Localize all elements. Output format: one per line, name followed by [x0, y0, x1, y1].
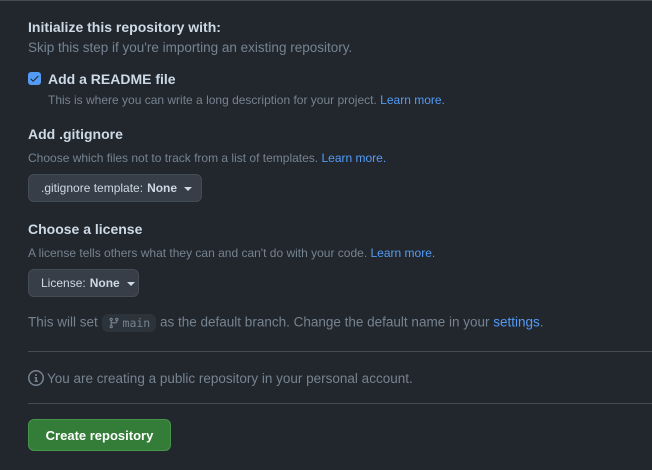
create-repository-button[interactable]: Create repository: [28, 419, 171, 451]
visibility-notice-row: You are creating a public repository in …: [28, 370, 413, 386]
visibility-notice: You are creating a public repository in …: [47, 370, 413, 386]
license-description-row: A license tells others what they can and…: [28, 246, 435, 260]
readme-description-row: This is where you can write a long descr…: [48, 93, 445, 107]
gitignore-select-value: None: [147, 181, 178, 195]
license-select-label: License:: [41, 276, 86, 290]
caret-down-icon: [184, 186, 193, 191]
gitignore-description-row: Choose which files not to track from a l…: [28, 151, 386, 165]
section-divider: [28, 403, 652, 404]
branch-middle-text: as the default branch. Change the defaul…: [160, 314, 490, 330]
settings-link[interactable]: settings: [493, 315, 540, 330]
license-learn-more-link[interactable]: Learn more.: [371, 246, 436, 260]
readme-label[interactable]: Add a README file: [48, 71, 176, 87]
branch-name-pill: main: [101, 314, 157, 332]
initialize-subheading: Skip this step if you're importing an ex…: [28, 40, 353, 55]
license-heading: Choose a license: [28, 221, 143, 237]
license-select-value: None: [89, 276, 120, 290]
section-divider: [28, 351, 652, 352]
top-divider: [0, 0, 652, 1]
checkmark-icon: [30, 75, 39, 82]
license-dropdown[interactable]: License: None: [28, 269, 139, 297]
info-icon: [28, 370, 44, 386]
caret-down-icon: [126, 281, 135, 286]
license-description: A license tells others what they can and…: [28, 246, 368, 260]
readme-learn-more-link[interactable]: Learn more.: [380, 93, 445, 107]
gitignore-heading: Add .gitignore: [28, 126, 123, 142]
git-branch-icon: [109, 317, 119, 329]
branch-name: main: [122, 316, 151, 330]
gitignore-learn-more-link[interactable]: Learn more.: [321, 151, 386, 165]
gitignore-select-label: .gitignore template:: [41, 181, 144, 195]
initialize-heading: Initialize this repository with:: [28, 19, 221, 35]
gitignore-template-dropdown[interactable]: .gitignore template: None: [28, 174, 202, 202]
branch-prefix: This will set: [28, 314, 98, 330]
default-branch-row: This will set main as the default branch…: [28, 314, 544, 332]
readme-description: This is where you can write a long descr…: [48, 93, 377, 107]
readme-checkbox[interactable]: [28, 72, 41, 85]
branch-suffix: .: [539, 314, 544, 330]
gitignore-description: Choose which files not to track from a l…: [28, 151, 319, 165]
